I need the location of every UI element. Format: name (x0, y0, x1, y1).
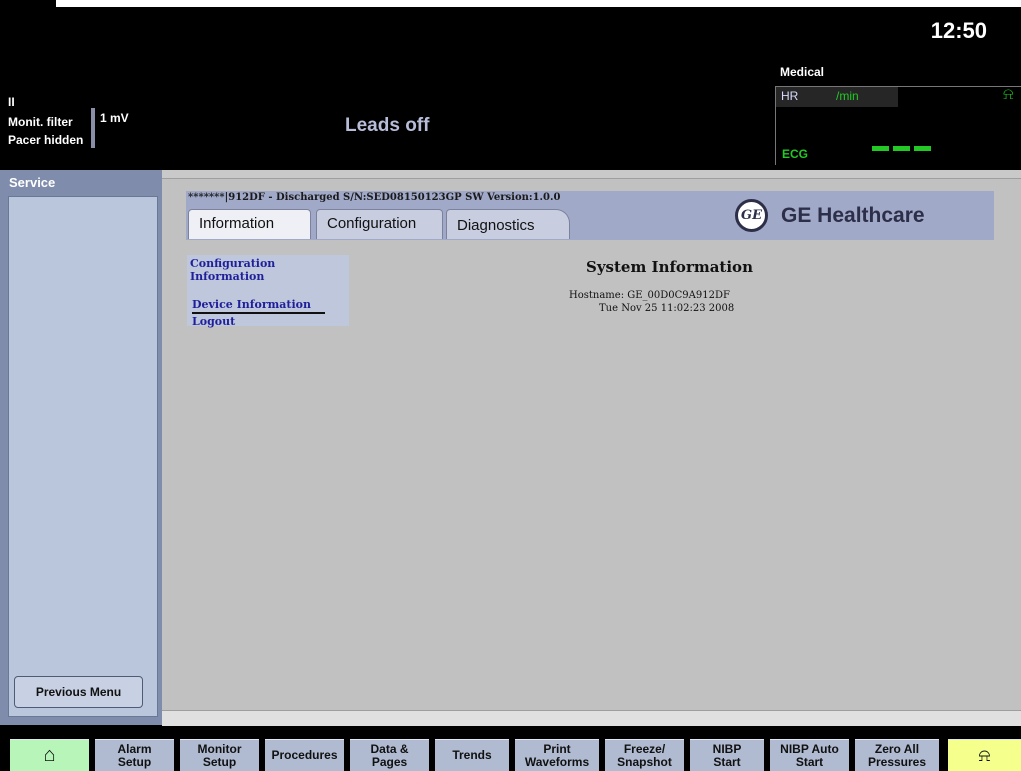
web-content-area (162, 170, 1021, 725)
data-pages-label: Data & Pages (370, 741, 409, 769)
ge-logo-icon: GE (735, 199, 768, 232)
service-title: Service (9, 175, 56, 190)
previous-menu-button[interactable]: Previous Menu (14, 676, 143, 708)
freeze-snapshot-label: Freeze/ Snapshot (617, 741, 672, 769)
alarm-setup-button[interactable]: Alarm Setup (95, 739, 174, 771)
device-info-underline (192, 312, 325, 314)
nibp-auto-start-label: NIBP Auto Start (780, 741, 839, 769)
logout-link[interactable]: Logout (192, 315, 235, 328)
alarm-silence-icon[interactable]: ⍾ (948, 739, 1021, 771)
hr-unit: /min (836, 89, 859, 103)
config-info-link[interactable]: Configuration (190, 257, 275, 270)
nibp-start-label: NIBP Start (712, 741, 742, 769)
alarm-off-icon: ⍾ (1003, 86, 1014, 103)
hr-value-dashes (872, 138, 935, 156)
top-strip (56, 0, 1021, 7)
freeze-snapshot-button[interactable]: Freeze/ Snapshot (605, 739, 684, 771)
alarm-setup-label: Alarm Setup (117, 741, 152, 769)
ecg-scale-label: 1 mV (100, 111, 129, 125)
hr-label: HR (781, 89, 799, 103)
zero-all-pressures-button[interactable]: Zero All Pressures (855, 739, 939, 771)
ecg-lead-label: II (8, 95, 15, 109)
hostname-text: Hostname: GE_00D0C9A912DF (569, 290, 730, 301)
tab-configuration[interactable]: Configuration (316, 209, 443, 239)
system-info-title: System Information (586, 258, 753, 276)
leads-off-message: Leads off (345, 115, 430, 136)
procedures-label: Procedures (271, 748, 338, 762)
service-menu-area (8, 196, 158, 717)
tab-diagnostics[interactable]: Diagnostics (446, 209, 570, 239)
ecg-scale-bar (91, 108, 95, 148)
web-bottom-bar (162, 710, 1021, 726)
print-waveforms-label: Print Waveforms (524, 741, 590, 769)
device-info-link[interactable]: Device Information (192, 298, 311, 311)
datetime-text: Tue Nov 25 11:02:23 2008 (599, 303, 735, 314)
home-icon[interactable]: ⌂ (10, 739, 89, 771)
config-info-link-line2[interactable]: Information (190, 270, 264, 283)
device-status-line: *******|912DF - Discharged S/N:SED081501… (188, 192, 561, 203)
zero-all-pressures-label: Zero All Pressures (867, 741, 927, 769)
monitor-setup-label: Monitor Setup (197, 741, 242, 769)
data-pages-button[interactable]: Data & Pages (350, 739, 429, 771)
print-waveforms-button[interactable]: Print Waveforms (515, 739, 599, 771)
pacer-label: Pacer hidden (8, 133, 84, 147)
monitor-setup-button[interactable]: Monitor Setup (180, 739, 259, 771)
filter-mode-label: Monit. filter (8, 115, 73, 129)
procedures-button[interactable]: Procedures (265, 739, 344, 771)
nibp-start-button[interactable]: NIBP Start (690, 739, 764, 771)
brand-name: GE Healthcare (781, 204, 925, 227)
nibp-auto-start-button[interactable]: NIBP Auto Start (770, 739, 849, 771)
clock: 12:50 (930, 18, 987, 43)
care-unit-label: Medical (780, 65, 825, 79)
web-top-border (162, 170, 1021, 179)
tab-information[interactable]: Information (188, 209, 311, 239)
trends-button[interactable]: Trends (435, 739, 509, 771)
trends-label: Trends (452, 748, 492, 762)
ecg-source-label: ECG (782, 147, 809, 161)
